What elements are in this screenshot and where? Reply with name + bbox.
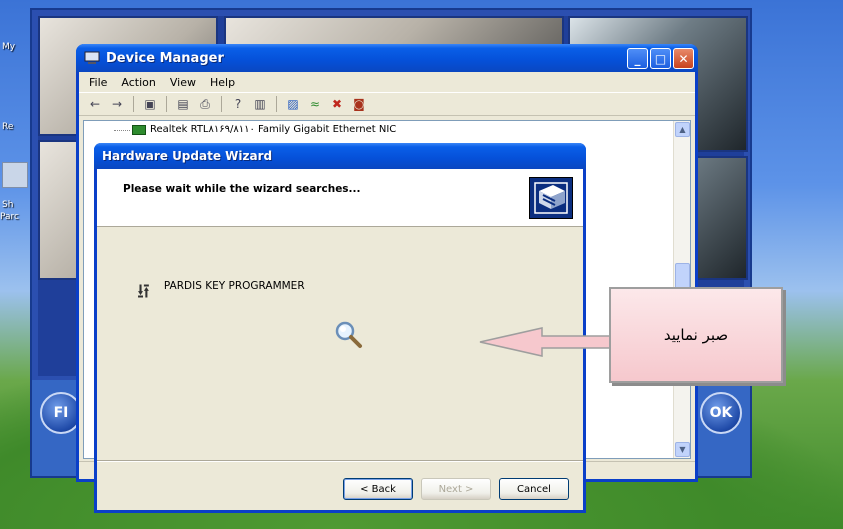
scroll-up-icon[interactable]: ▲ bbox=[675, 122, 690, 137]
forward-arrow-icon[interactable]: → bbox=[109, 96, 125, 112]
hardware-wizard-icon bbox=[529, 177, 573, 219]
desktop-icon-label[interactable]: My bbox=[2, 42, 15, 52]
wizard-heading: Please wait while the wizard searches... bbox=[123, 183, 361, 195]
disable-device-icon[interactable]: ◙ bbox=[351, 96, 367, 112]
search-animation-icon bbox=[333, 319, 363, 349]
fi-button-label: FI bbox=[53, 405, 69, 421]
back-arrow-icon[interactable]: ← bbox=[87, 96, 103, 112]
wizard-titlebar[interactable]: Hardware Update Wizard bbox=[94, 143, 586, 169]
cancel-button[interactable]: Cancel bbox=[499, 478, 569, 500]
properties-icon[interactable]: ▤ bbox=[175, 96, 191, 112]
wizard-separator bbox=[97, 460, 583, 462]
usb-icon: ⭿ bbox=[137, 279, 150, 303]
menu-action[interactable]: Action bbox=[121, 76, 155, 89]
minimize-button[interactable]: _ bbox=[627, 48, 648, 69]
wizard-title: Hardware Update Wizard bbox=[102, 149, 273, 163]
close-icon: ✕ bbox=[678, 51, 689, 66]
next-button[interactable]: Next > bbox=[421, 478, 491, 500]
tree-connector bbox=[114, 130, 130, 131]
menu-help[interactable]: Help bbox=[210, 76, 235, 89]
toolbar-separator bbox=[133, 96, 134, 112]
device-manager-title: Device Manager bbox=[106, 50, 224, 66]
scroll-down-icon[interactable]: ▼ bbox=[675, 442, 690, 457]
desktop-icon-label[interactable]: Re bbox=[2, 122, 13, 132]
toolbar: ← → ▣ ▤ ⎙ ? ▥ ▨ ≈ ✖ ◙ bbox=[79, 92, 695, 116]
menu-view[interactable]: View bbox=[170, 76, 196, 89]
console-icon[interactable]: ▥ bbox=[252, 96, 268, 112]
toolbar-separator bbox=[221, 96, 222, 112]
annotation-callout: صبر نمایید bbox=[609, 287, 783, 383]
tree-item-network-adapter[interactable]: Realtek RTL۸۱۶۹/۸۱۱۰ Family Gigabit Ethe… bbox=[132, 124, 396, 135]
tree-item-label: Realtek RTL۸۱۶۹/۸۱۱۰ Family Gigabit Ethe… bbox=[150, 124, 397, 135]
close-button[interactable]: ✕ bbox=[673, 48, 694, 69]
callout-text: صبر نمایید bbox=[663, 326, 729, 344]
desktop-icon-label[interactable]: Sh bbox=[2, 200, 13, 210]
desktop-shortcut-icon[interactable] bbox=[2, 162, 28, 188]
update-driver-icon[interactable]: ≈ bbox=[307, 96, 323, 112]
maximize-icon: □ bbox=[654, 51, 667, 66]
menu-bar: File Action View Help bbox=[79, 72, 695, 92]
scan-hardware-icon[interactable]: ▨ bbox=[285, 96, 301, 112]
desktop-icon-label[interactable]: Parc bbox=[0, 212, 19, 222]
ok-button[interactable]: OK bbox=[700, 392, 742, 434]
computer-icon bbox=[84, 51, 100, 64]
device-row: ⭿ PARDIS KEY PROGRAMMER bbox=[137, 261, 305, 311]
show-hide-tree-icon[interactable]: ▣ bbox=[142, 96, 158, 112]
toolbar-separator bbox=[276, 96, 277, 112]
help-icon[interactable]: ? bbox=[230, 96, 246, 112]
uninstall-icon[interactable]: ✖ bbox=[329, 96, 345, 112]
device-manager-titlebar[interactable]: Device Manager _ □ ✕ bbox=[76, 44, 698, 72]
network-card-icon bbox=[132, 124, 146, 135]
ok-button-label: OK bbox=[709, 405, 733, 421]
maximize-button[interactable]: □ bbox=[650, 48, 671, 69]
photo-thumbnail[interactable] bbox=[224, 16, 564, 46]
back-button[interactable]: < Back bbox=[343, 478, 413, 500]
wizard-buttons: < Back Next > Cancel bbox=[343, 478, 569, 500]
window-controls: _ □ ✕ bbox=[627, 48, 694, 69]
print-icon[interactable]: ⎙ bbox=[197, 96, 213, 112]
wizard-header: Please wait while the wizard searches... bbox=[97, 169, 583, 227]
menu-file[interactable]: File bbox=[89, 76, 107, 89]
minimize-icon: _ bbox=[634, 51, 641, 66]
device-name: PARDIS KEY PROGRAMMER bbox=[163, 280, 305, 292]
annotation-arrow-icon bbox=[479, 327, 611, 357]
toolbar-separator bbox=[166, 96, 167, 112]
